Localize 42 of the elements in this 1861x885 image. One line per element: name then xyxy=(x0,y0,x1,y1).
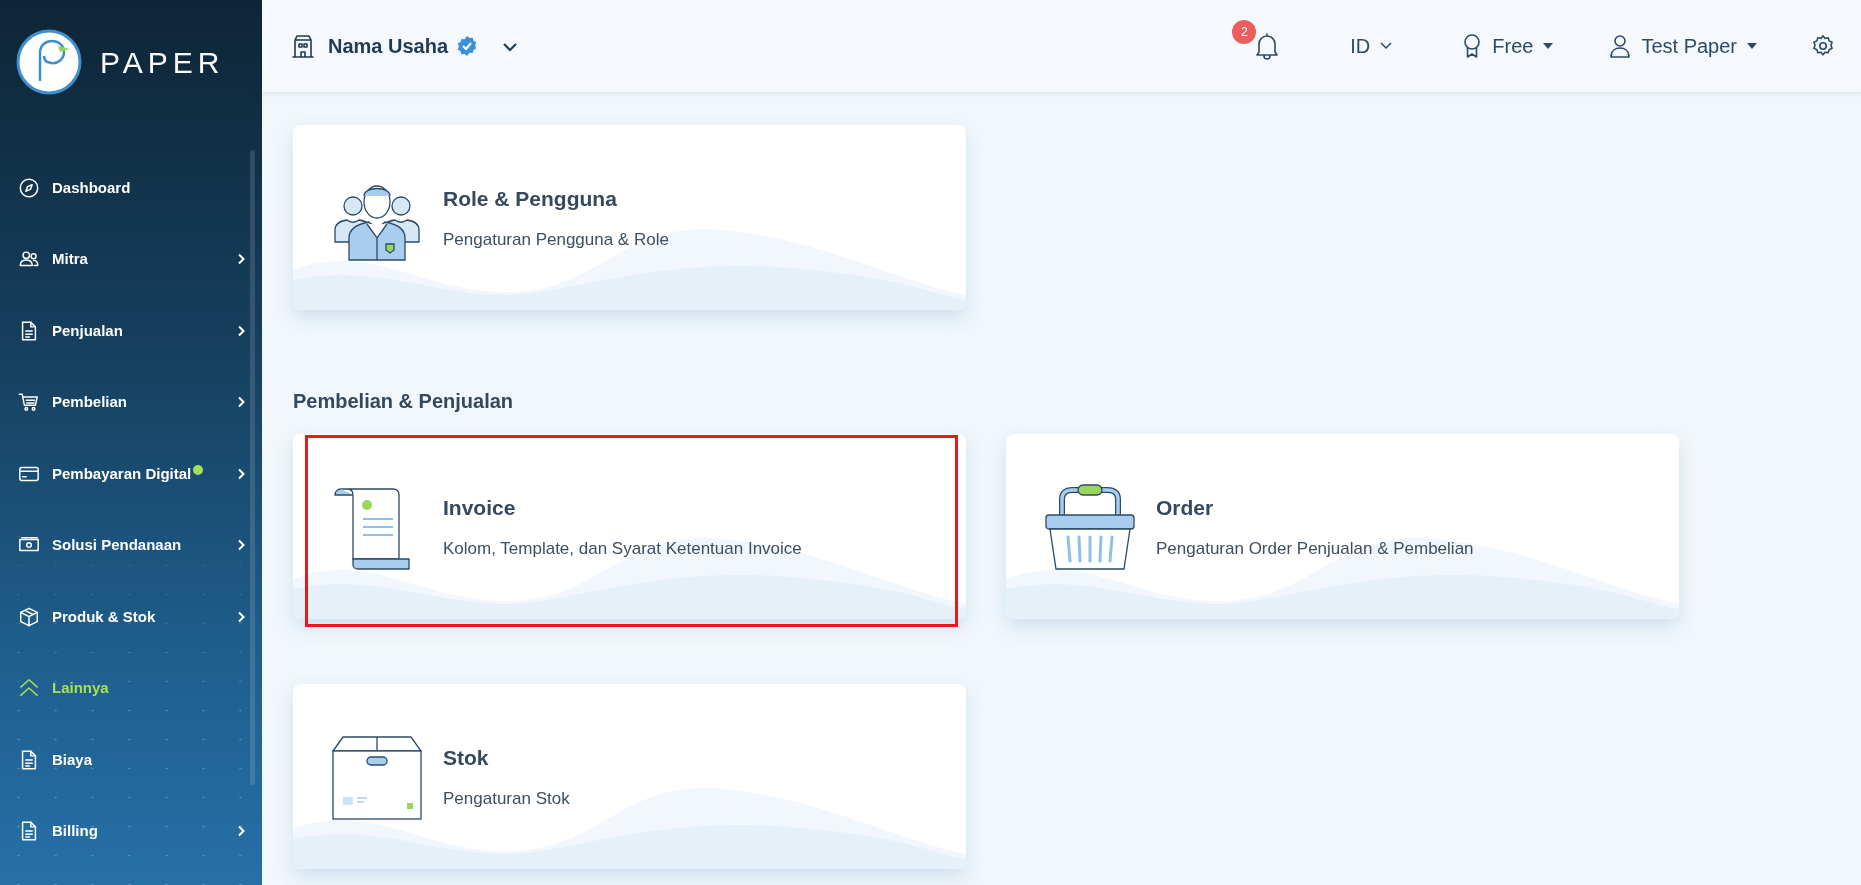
settings-card[interactable]: Invoice Kolom, Template, dan Syarat Ketentuan Invoice xyxy=(293,434,966,619)
user-icon xyxy=(1609,34,1632,58)
caret-icon xyxy=(1543,43,1554,49)
caret-icon xyxy=(1747,43,1757,49)
card-title: Order xyxy=(1156,495,1215,521)
sidebar-item[interactable]: Lainnya xyxy=(0,652,262,724)
logo-icon xyxy=(16,29,82,95)
sidebar-item[interactable]: Dashboard xyxy=(0,152,262,224)
building-icon xyxy=(292,34,314,58)
chevron-down-icon xyxy=(502,41,519,52)
business-name: Nama Usaha xyxy=(328,34,449,59)
language-selector[interactable]: ID xyxy=(1350,31,1393,61)
card-description: Kolom, Template, dan Syarat Ketentuan Invoice xyxy=(443,537,802,560)
settings-card[interactable]: Stok Pengaturan Stok xyxy=(293,684,966,869)
notification-count: 2 xyxy=(1232,20,1257,44)
sidebar-item[interactable]: Solusi Pendanaan xyxy=(0,509,262,581)
sidebar-item[interactable]: Pembelian xyxy=(0,366,262,438)
plan-selector[interactable]: Free xyxy=(1462,31,1554,61)
chevron-down-icon xyxy=(1380,42,1393,50)
settings-card[interactable]: Order Pengaturan Order Penjualan & Pembelian xyxy=(1006,434,1679,619)
award-icon xyxy=(1462,33,1483,59)
sidebar-item[interactable]: Penjualan xyxy=(0,295,262,367)
card-description: Pengaturan Order Penjualan & Pembelian xyxy=(1156,537,1474,560)
settings-card[interactable]: Role & Pengguna Pengaturan Pengguna & Role xyxy=(293,125,966,310)
sidebar-item[interactable]: Produk & Stok xyxy=(0,581,262,653)
sidebar-item[interactable]: Mitra xyxy=(0,223,262,295)
card-title: Stok xyxy=(443,745,490,771)
sidebar-item[interactable]: Biaya xyxy=(0,724,262,796)
cart-icon xyxy=(18,391,40,414)
card-description: Pengaturan Stok xyxy=(443,787,570,810)
brand-name: PAPER xyxy=(100,44,225,81)
card-title: Invoice xyxy=(443,495,517,521)
notification-bell-icon[interactable] xyxy=(1254,32,1281,60)
section-heading: Pembelian & Penjualan xyxy=(293,389,515,414)
sidebar-item[interactable]: Billing xyxy=(0,795,262,867)
card-title: Role & Pengguna xyxy=(443,186,618,212)
user-menu[interactable]: Test Paper xyxy=(1609,31,1757,61)
box-icon xyxy=(18,605,40,628)
card-description: Pengaturan Pengguna & Role xyxy=(443,228,669,251)
compass-icon xyxy=(18,176,40,199)
sidebar-item[interactable]: Pembayaran Digital xyxy=(0,438,262,510)
scrollbar[interactable] xyxy=(250,150,255,785)
